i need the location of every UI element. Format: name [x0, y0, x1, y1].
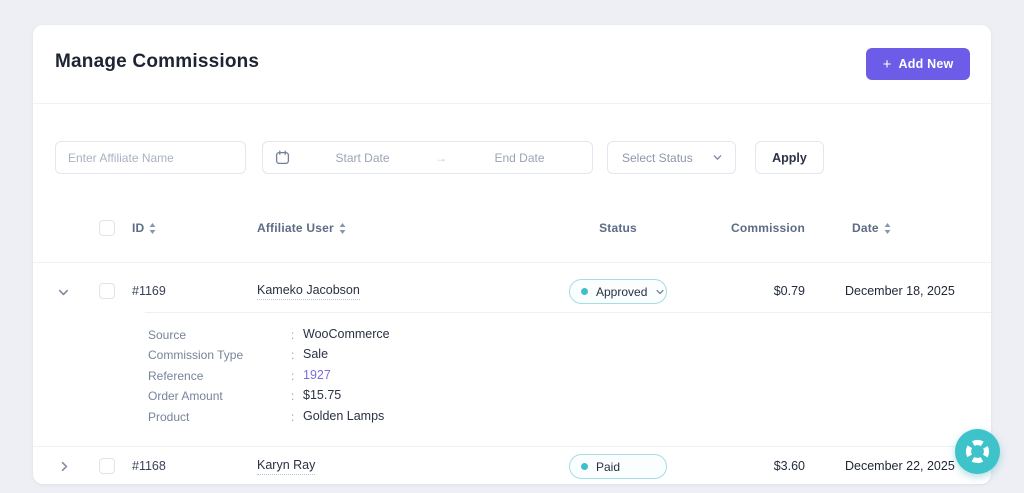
- status-badge[interactable]: Approved: [569, 279, 667, 304]
- arrow-right-icon: →: [435, 150, 447, 165]
- detail-value-source: WooCommerce: [303, 327, 390, 341]
- column-label-id: ID: [132, 221, 145, 235]
- affiliate-user-link[interactable]: Karyn Ray: [257, 458, 316, 475]
- chevron-down-icon: [655, 287, 665, 297]
- page-title: Manage Commissions: [55, 51, 260, 72]
- calendar-icon: [275, 150, 290, 165]
- detail-value-order-amount: $15.75: [303, 388, 342, 402]
- status-select[interactable]: Select Status: [607, 141, 736, 174]
- detail-colon: :: [291, 348, 295, 362]
- detail-colon: :: [291, 328, 295, 342]
- detail-label: Source: [148, 328, 187, 342]
- detail-value-product: Golden Lamps: [303, 409, 385, 423]
- add-new-label: Add New: [898, 57, 954, 71]
- detail-colon: :: [291, 389, 295, 403]
- row-checkbox[interactable]: [99, 458, 115, 474]
- column-label-status: Status: [599, 221, 637, 235]
- row-checkbox[interactable]: [99, 283, 115, 299]
- sort-icon[interactable]: [339, 222, 346, 234]
- row-detail-divider: [145, 312, 991, 313]
- column-label-affiliate-user: Affiliate User: [257, 221, 334, 235]
- commission-date: December 18, 2025: [845, 284, 955, 298]
- table-header-divider: [33, 262, 991, 263]
- date-range-picker[interactable]: Start Date → End Date: [262, 141, 593, 174]
- detail-label: Order Amount: [148, 389, 223, 403]
- help-button[interactable]: [955, 429, 1000, 474]
- column-header-commission: Commission: [673, 221, 805, 235]
- detail-label: Commission Type: [148, 348, 244, 362]
- status-dot: [581, 463, 588, 470]
- start-date-placeholder[interactable]: Start Date: [290, 151, 435, 165]
- chevron-down-icon: [712, 152, 723, 163]
- affiliate-name-input[interactable]: [55, 141, 246, 174]
- column-header-id[interactable]: ID: [132, 221, 156, 235]
- detail-value-commission-type: Sale: [303, 347, 329, 361]
- detail-label: Product: [148, 410, 190, 424]
- column-header-affiliate-user[interactable]: Affiliate User: [257, 221, 346, 235]
- collapse-row-icon[interactable]: [57, 286, 70, 299]
- column-label-date: Date: [852, 221, 879, 235]
- add-new-button[interactable]: + Add New: [866, 48, 970, 80]
- column-label-commission: Commission: [730, 221, 805, 235]
- status-dot: [581, 288, 588, 295]
- plus-icon: +: [882, 55, 892, 73]
- status-select-value: Select Status: [622, 150, 693, 165]
- lifebuoy-icon: [964, 438, 991, 465]
- commission-amount: $0.79: [773, 284, 805, 298]
- sort-icon[interactable]: [149, 222, 156, 234]
- status-label: Approved: [596, 284, 648, 299]
- header-divider: [33, 103, 991, 104]
- commission-amount: $3.60: [773, 459, 805, 473]
- apply-button[interactable]: Apply: [755, 141, 824, 174]
- detail-value-reference-link[interactable]: 1927: [303, 368, 331, 382]
- detail-label: Reference: [148, 369, 204, 383]
- detail-colon: :: [291, 410, 295, 424]
- commission-date: December 22, 2025: [845, 459, 955, 473]
- commission-id: #1168: [132, 459, 166, 473]
- detail-colon: :: [291, 369, 295, 383]
- end-date-placeholder[interactable]: End Date: [447, 151, 592, 165]
- status-badge[interactable]: Paid: [569, 454, 667, 479]
- affiliate-user-link[interactable]: Kameko Jacobson: [257, 283, 360, 300]
- commissions-card: Manage Commissions + Add New Start Date …: [33, 25, 991, 484]
- column-header-date[interactable]: Date: [852, 221, 891, 235]
- sort-icon[interactable]: [884, 222, 891, 234]
- commission-id: #1169: [132, 284, 166, 298]
- row-divider: [33, 446, 991, 447]
- select-all-checkbox[interactable]: [99, 220, 115, 236]
- expand-row-icon[interactable]: [58, 460, 71, 473]
- status-label: Paid: [596, 459, 621, 474]
